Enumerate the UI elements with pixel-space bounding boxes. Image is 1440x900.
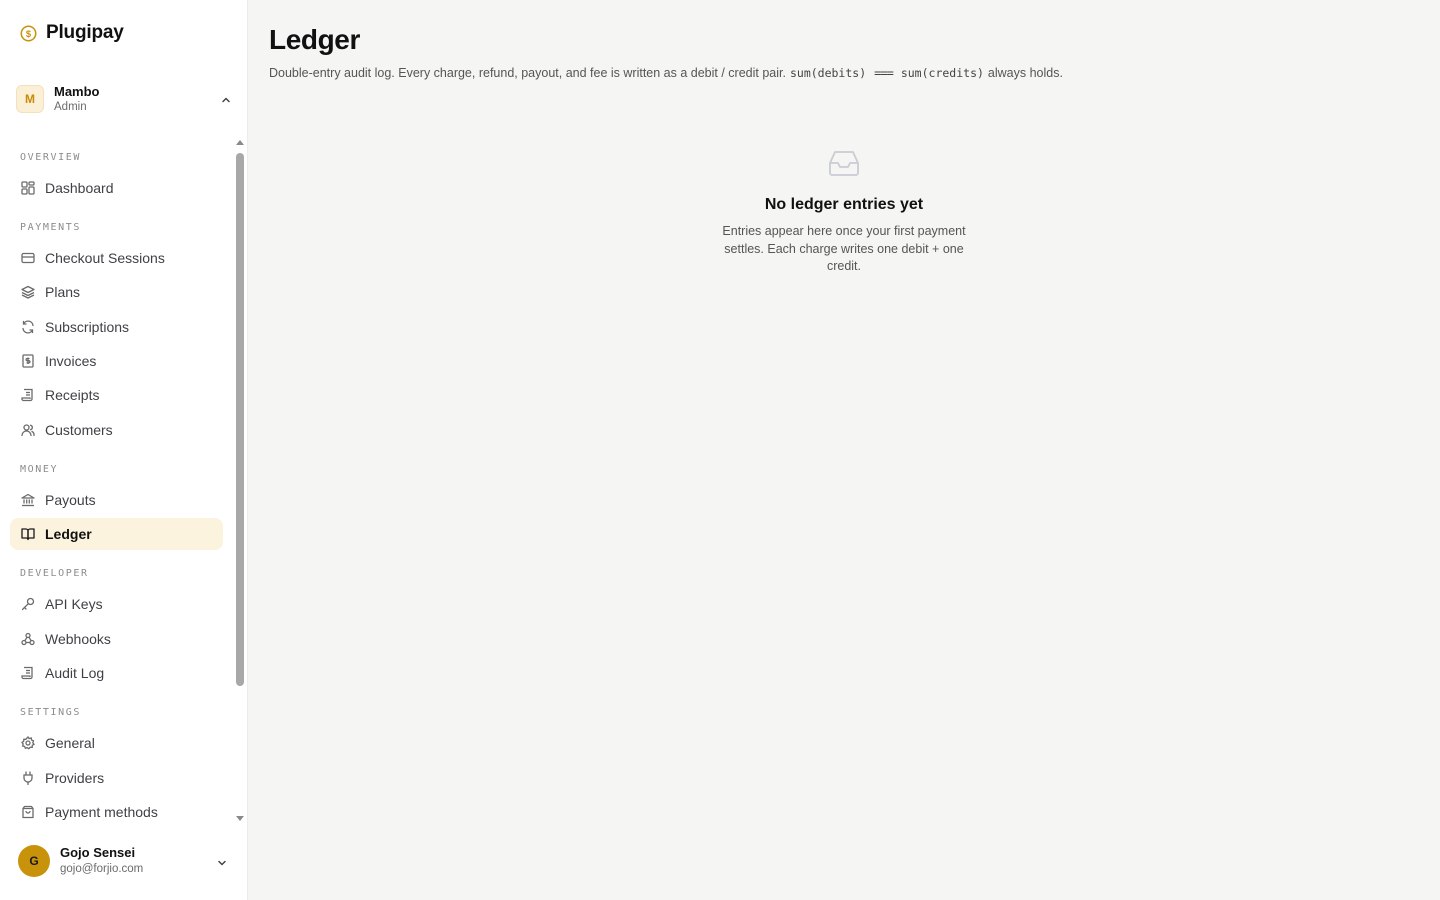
code-sum-credits: sum(credits) bbox=[900, 66, 984, 80]
sidebar-scrollbar[interactable] bbox=[234, 138, 246, 824]
sidebar-item-label: API Keys bbox=[45, 596, 103, 612]
sidebar-item-providers[interactable]: Providers bbox=[10, 762, 223, 794]
sidebar-item-label: Ledger bbox=[45, 526, 92, 542]
sidebar-item-label: Providers bbox=[45, 770, 105, 786]
sidebar-nav: OVERVIEW Dashboard PAYMENTS Checkout Ses… bbox=[0, 138, 234, 824]
sidebar-item-label: Payment methods bbox=[45, 804, 158, 820]
scroll-up-arrow-icon[interactable] bbox=[236, 140, 244, 145]
chevron-up-icon bbox=[220, 93, 232, 105]
section-label-payments: PAYMENTS bbox=[20, 222, 81, 233]
sidebar-item-plans[interactable]: Plans bbox=[10, 276, 223, 308]
scroll-icon bbox=[21, 666, 35, 680]
sidebar-item-payouts[interactable]: Payouts bbox=[10, 484, 223, 516]
sidebar-item-webhooks[interactable]: Webhooks bbox=[10, 623, 223, 655]
scrollbar-thumb[interactable] bbox=[236, 153, 244, 686]
workspace-switcher[interactable]: M Mambo Admin bbox=[16, 84, 234, 114]
sidebar-item-label: Webhooks bbox=[45, 631, 111, 647]
workspace-role: Admin bbox=[54, 100, 87, 113]
webhook-icon bbox=[21, 632, 35, 646]
user-email: gojo@forjio.com bbox=[60, 863, 144, 876]
sidebar-item-ledger[interactable]: Ledger bbox=[10, 518, 223, 550]
user-menu[interactable]: G Gojo Sensei gojo@forjio.com bbox=[18, 844, 232, 878]
sidebar-item-dashboard[interactable]: Dashboard bbox=[10, 172, 223, 204]
receipt-icon bbox=[21, 388, 35, 402]
user-name: Gojo Sensei bbox=[60, 845, 136, 861]
card-icon bbox=[21, 251, 35, 265]
sidebar-item-label: Audit Log bbox=[45, 665, 105, 681]
sidebar: $ Plugipay M Mambo Admin OVERVIEW Dashbo… bbox=[0, 0, 248, 900]
dollar-coin-icon: $ bbox=[20, 25, 37, 42]
gear-icon bbox=[21, 736, 35, 750]
avatar: G bbox=[18, 845, 50, 877]
section-label-settings: SETTINGS bbox=[20, 707, 81, 718]
code-sum-debits: sum(debits) bbox=[789, 66, 867, 80]
sidebar-item-label: Plans bbox=[45, 284, 81, 300]
section-label-money: MONEY bbox=[20, 464, 59, 475]
empty-state-title: No ledger entries yet bbox=[764, 196, 924, 213]
sidebar-item-invoices[interactable]: Invoices bbox=[10, 345, 223, 377]
page-title: Ledger bbox=[269, 24, 360, 55]
description-text: Double-entry audit log. Every charge, re… bbox=[269, 66, 786, 80]
section-label-developer: DEVELOPER bbox=[20, 568, 89, 579]
sidebar-item-customers[interactable]: Customers bbox=[10, 414, 223, 446]
inbox-icon bbox=[827, 146, 861, 180]
sidebar-item-label: General bbox=[45, 735, 95, 751]
wallet-icon bbox=[21, 805, 35, 819]
layers-icon bbox=[21, 285, 35, 299]
refresh-icon bbox=[21, 320, 35, 334]
chevron-down-icon bbox=[216, 856, 228, 868]
sidebar-item-api-keys[interactable]: API Keys bbox=[10, 588, 223, 620]
scroll-down-arrow-icon[interactable] bbox=[236, 816, 244, 821]
sidebar-item-label: Payouts bbox=[45, 492, 96, 508]
plug-icon bbox=[21, 771, 35, 785]
sidebar-item-general[interactable]: General bbox=[10, 727, 223, 759]
sidebar-item-label: Subscriptions bbox=[45, 319, 130, 335]
workspace-avatar: M bbox=[16, 85, 44, 113]
key-icon bbox=[21, 597, 35, 611]
users-icon bbox=[21, 423, 35, 437]
sidebar-item-subscriptions[interactable]: Subscriptions bbox=[10, 311, 223, 343]
empty-state: No ledger entries yet Entries appear her… bbox=[694, 146, 994, 276]
sidebar-item-label: Checkout Sessions bbox=[45, 250, 165, 266]
svg-text:$: $ bbox=[26, 29, 32, 39]
workspace-name: Mambo bbox=[54, 83, 100, 99]
sidebar-item-label: Customers bbox=[45, 422, 113, 438]
section-label-overview: OVERVIEW bbox=[20, 152, 81, 163]
grid-icon bbox=[21, 181, 35, 195]
book-icon bbox=[21, 527, 35, 541]
main-content: Ledger Double-entry audit log. Every cha… bbox=[248, 0, 1440, 900]
sidebar-item-label: Dashboard bbox=[45, 180, 114, 196]
sidebar-item-audit-log[interactable]: Audit Log bbox=[10, 657, 223, 689]
invoice-icon bbox=[21, 354, 35, 368]
strict-equals-operator: === bbox=[874, 66, 894, 80]
sidebar-item-payment-methods[interactable]: Payment methods bbox=[10, 796, 223, 824]
sidebar-item-receipts[interactable]: Receipts bbox=[10, 379, 223, 411]
description-suffix: always holds. bbox=[987, 66, 1063, 80]
page-description: Double-entry audit log. Every charge, re… bbox=[269, 66, 1063, 80]
sidebar-item-label: Invoices bbox=[45, 353, 97, 369]
sidebar-item-label: Receipts bbox=[45, 387, 100, 403]
sidebar-item-checkout-sessions[interactable]: Checkout Sessions bbox=[10, 242, 223, 274]
brand-name: Plugipay bbox=[46, 22, 124, 43]
empty-state-text: Entries appear here once your first paym… bbox=[722, 224, 966, 273]
brand[interactable]: $ Plugipay bbox=[20, 22, 124, 44]
bank-icon bbox=[21, 493, 35, 507]
